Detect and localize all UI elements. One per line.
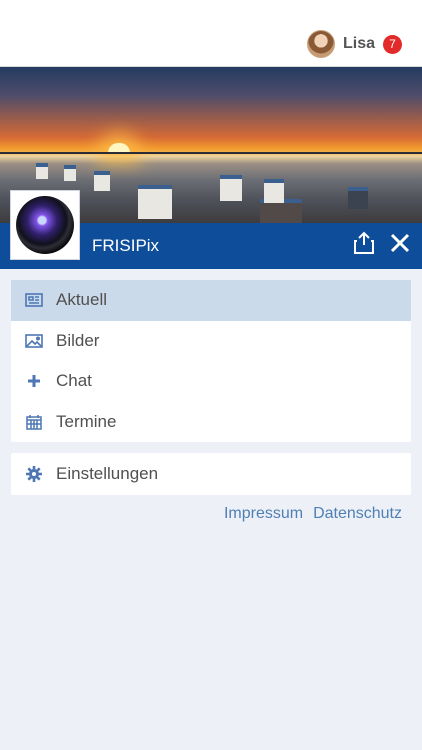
menu-item-label: Bilder [56,330,100,350]
main-menu: Aktuell Bilder Chat Termine [11,280,411,442]
app-logo [10,190,80,260]
footer-links: Impressum Datenschutz [224,505,402,523]
username[interactable]: Lisa [343,35,375,53]
plus-icon [25,372,43,390]
menu-item-label: Termine [56,411,117,431]
close-icon[interactable] [388,231,412,255]
menu-item-label: Aktuell [56,290,108,310]
beach-chair [138,185,172,219]
beach-chair [264,179,284,203]
beach-chair [348,187,368,209]
menu-item-label: Einstellungen [56,464,159,483]
menu-item-bilder[interactable]: Bilder [11,321,411,362]
menu-item-chat[interactable]: Chat [11,361,411,402]
app-name: FRISIPix [92,236,160,255]
gear-icon [25,465,43,483]
calendar-icon [25,413,43,431]
impressum-link[interactable]: Impressum [224,505,303,523]
menu-item-einstellungen[interactable]: Einstellungen [11,453,411,495]
beach-chair [36,163,48,179]
horizon [0,152,422,154]
share-icon[interactable] [352,231,376,255]
datenschutz-link[interactable]: Datenschutz [313,505,402,523]
settings-menu: Einstellungen [11,453,411,495]
user-profile[interactable]: Lisa 7 [306,30,402,58]
menu-item-aktuell[interactable]: Aktuell [11,280,411,321]
camera-lens-icon [16,196,74,254]
menu-item-label: Chat [56,371,92,391]
beach-chair [94,171,110,191]
top-bar: Lisa 7 [0,0,422,67]
beach-chair [220,175,242,201]
image-icon [25,332,43,350]
beach-chair [64,165,76,181]
notification-badge[interactable]: 7 [383,34,402,54]
newspaper-icon [25,291,43,309]
avatar[interactable] [306,30,335,58]
menu-item-termine[interactable]: Termine [11,402,411,443]
